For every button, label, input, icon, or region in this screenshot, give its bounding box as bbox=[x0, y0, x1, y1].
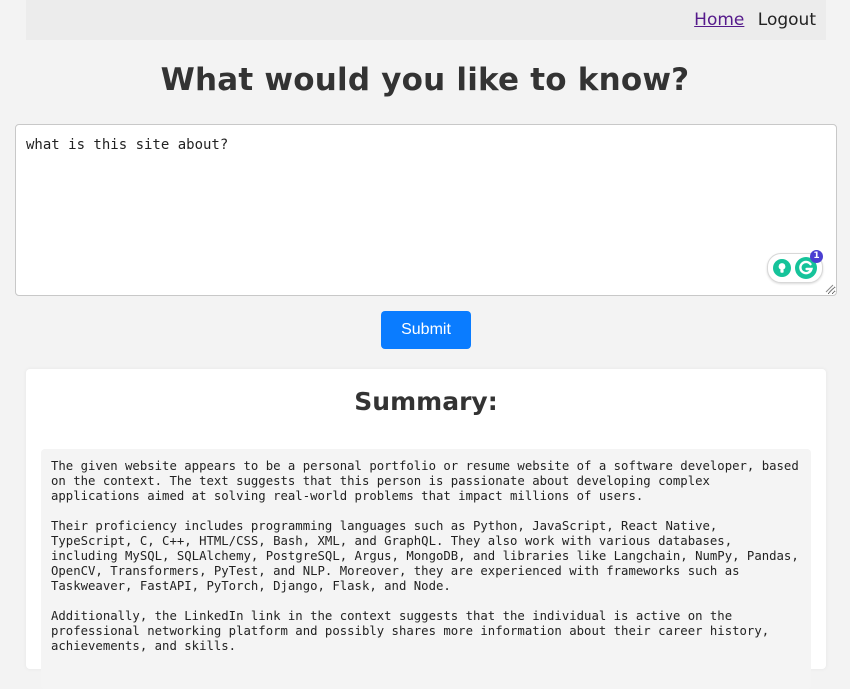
page-title: What would you like to know? bbox=[160, 62, 690, 98]
summary-card: Summary: The given website appears to be… bbox=[26, 369, 826, 689]
summary-paragraph: Their proficiency includes programming l… bbox=[51, 519, 799, 593]
nav-links: Home Logout bbox=[694, 10, 816, 30]
logout-link[interactable]: Logout bbox=[758, 10, 816, 30]
summary-content: The given website appears to be a person… bbox=[41, 449, 811, 689]
question-textarea[interactable]: what is this site about? bbox=[15, 124, 837, 296]
resize-grip-icon[interactable] bbox=[824, 283, 834, 293]
summary-title: Summary: bbox=[354, 387, 498, 416]
submit-button[interactable]: Submit bbox=[381, 311, 471, 349]
lightbulb-icon[interactable] bbox=[773, 259, 791, 277]
grammarly-widget[interactable]: 1 bbox=[767, 250, 823, 283]
top-navbar: Home Logout bbox=[26, 0, 826, 40]
summary-paragraph: Additionally, the LinkedIn link in the c… bbox=[51, 609, 770, 653]
summary-paragraph: The given website appears to be a person… bbox=[51, 459, 799, 503]
home-link[interactable]: Home bbox=[694, 10, 744, 30]
notification-badge: 1 bbox=[810, 250, 823, 263]
